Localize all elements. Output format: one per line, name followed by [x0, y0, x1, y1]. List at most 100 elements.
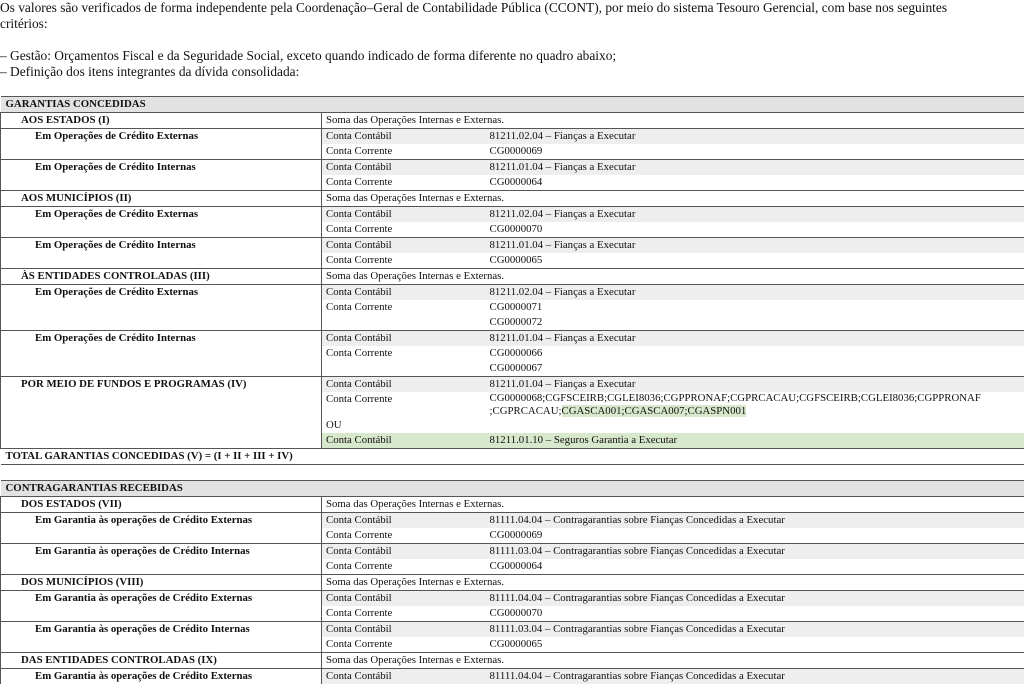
- intro-text: Os valores são verificados de forma inde…: [0, 0, 1024, 80]
- field-label: Conta Contábil: [321, 206, 486, 222]
- field-value: 81111.03.04 – Contragarantias sobre Fian…: [485, 543, 1024, 559]
- row-note: Soma das Operações Internas e Externas.: [321, 652, 1024, 669]
- row-note: Soma das Operações Internas e Externas.: [321, 190, 1024, 207]
- table-row: OU: [0, 418, 1024, 433]
- field-label: Conta Corrente: [326, 347, 393, 359]
- fundos-conta-corrente: CG0000068;CGFSCEIRB;CGLEI8036;CGPPRONAF;…: [486, 392, 1024, 418]
- row-label: Em Operações de Crédito Internas: [0, 159, 322, 175]
- field-label: Conta Contábil: [321, 433, 486, 449]
- row-label: Em Operações de Crédito Internas: [0, 237, 322, 253]
- table-row: Em Operações de Crédito Externas Conta C…: [0, 284, 1024, 300]
- table-row: Em Operações de Crédito Externas Conta C…: [0, 128, 1024, 144]
- field-value: 81211.02.04 – Fianças a Executar: [485, 206, 1024, 222]
- field-label: Conta Contábil: [321, 512, 486, 528]
- table-row: Em Garantia às operações de Crédito Inte…: [0, 543, 1024, 559]
- field-value: 81111.04.04 – Contragarantias sobre Fian…: [485, 512, 1024, 528]
- cc-list-line2: ;CGPRCACAU;: [489, 405, 562, 417]
- table-row: DOS MUNICÍPIOS (VIII) Soma das Operações…: [0, 574, 1024, 591]
- intro-line-1: Os valores são verificados de forma inde…: [0, 0, 948, 15]
- field-value: CG0000072: [489, 316, 543, 328]
- field-label: Conta Contábil: [321, 159, 486, 175]
- row-label: Em Operações de Crédito Externas: [0, 128, 322, 144]
- table-row: Conta Corrente CG0000070: [0, 222, 1024, 238]
- table-row: Em Garantia às operações de Crédito Exte…: [0, 512, 1024, 528]
- field-label: Conta Corrente: [326, 301, 393, 313]
- field-label: Conta Corrente: [326, 393, 393, 405]
- table-row: Conta Corrente CG0000065: [0, 253, 1024, 269]
- field-value: 81211.02.04 – Fianças a Executar: [485, 128, 1024, 144]
- table-row: CG0000067: [0, 361, 1024, 377]
- table-row: Em Operações de Crédito Externas Conta C…: [0, 206, 1024, 222]
- field-value: CG0000065: [489, 254, 543, 266]
- field-value: CG0000067: [489, 362, 543, 374]
- field-value: 81211.01.10 – Seguros Garantia a Executa…: [485, 433, 1024, 449]
- field-label: Conta Corrente: [326, 638, 393, 650]
- row-label: Em Garantia às operações de Crédito Exte…: [0, 668, 322, 684]
- table-row: ÀS ENTIDADES CONTROLADAS (III) Soma das …: [0, 268, 1024, 285]
- table-row: Conta Corrente CG0000065: [0, 637, 1024, 653]
- table-row: Em Garantia às operações de Crédito Exte…: [0, 590, 1024, 606]
- field-label: Conta Corrente: [326, 529, 393, 541]
- row-label: Em Garantia às operações de Crédito Exte…: [0, 590, 322, 606]
- row-label: POR MEIO DE FUNDOS E PROGRAMAS (IV): [0, 376, 322, 392]
- field-label: Conta Contábil: [321, 668, 486, 684]
- field-value: 81211.01.04 – Fianças a Executar: [485, 159, 1024, 175]
- table-row: DOS ESTADOS (VII) Soma das Operações Int…: [0, 496, 1024, 513]
- field-value: CG0000069: [489, 529, 543, 541]
- table-row: Conta Corrente CG0000069: [0, 528, 1024, 544]
- field-value: 81111.04.04 – Contragarantias sobre Fian…: [485, 590, 1024, 606]
- field-label: Conta Contábil: [321, 330, 486, 346]
- row-label: DAS ENTIDADES CONTROLADAS (IX): [0, 652, 322, 669]
- table-row: Conta Corrente CG0000068;CGFSCEIRB;CGLEI…: [0, 392, 1024, 418]
- table-row: Conta Corrente CG0000070: [0, 606, 1024, 622]
- field-label: Conta Contábil: [321, 376, 486, 392]
- field-value: 81211.01.04 – Fianças a Executar: [485, 376, 1024, 392]
- table-row: Conta Corrente CG0000071: [0, 300, 1024, 315]
- row-label: Em Operações de Crédito Externas: [0, 206, 322, 222]
- row-label: DOS ESTADOS (VII): [0, 496, 322, 513]
- table-row: Em Garantia às operações de Crédito Inte…: [0, 621, 1024, 637]
- field-label: Conta Contábil: [321, 543, 486, 559]
- intro-line-2: critérios:: [0, 16, 48, 31]
- row-label: Em Garantia às operações de Crédito Inte…: [0, 621, 322, 637]
- field-value: CG0000066: [489, 347, 543, 359]
- field-label: Conta Corrente: [326, 176, 393, 188]
- row-label: AOS ESTADOS (I): [0, 112, 322, 129]
- table-row: CG0000072: [0, 315, 1024, 331]
- section-title: GARANTIAS CONCEDIDAS: [0, 96, 1024, 113]
- field-label: Conta Contábil: [321, 237, 486, 253]
- table-row: Conta Corrente CG0000064: [0, 559, 1024, 575]
- row-label: ÀS ENTIDADES CONTROLADAS (III): [0, 268, 322, 285]
- table-row: Conta Corrente CG0000069: [0, 144, 1024, 160]
- row-note: Soma das Operações Internas e Externas.: [321, 112, 1024, 129]
- field-value: CG0000070: [489, 223, 543, 235]
- row-label: Em Garantia às operações de Crédito Exte…: [0, 512, 322, 528]
- field-value: 81211.01.04 – Fianças a Executar: [485, 330, 1024, 346]
- row-note: Soma das Operações Internas e Externas.: [321, 268, 1024, 285]
- field-value: 81111.03.04 – Contragarantias sobre Fian…: [485, 621, 1024, 637]
- section-title: CONTRAGARANTIAS RECEBIDAS: [0, 480, 1024, 497]
- field-value: CG0000064: [489, 176, 543, 188]
- total-row: TOTAL GARANTIAS CONCEDIDAS (V) = (I + II…: [0, 448, 1024, 465]
- cc-list-line1: CG0000068;CGFSCEIRB;CGLEI8036;CGPPRONAF;…: [489, 392, 981, 404]
- table-row: Conta Contábil 81211.01.10 – Seguros Gar…: [0, 433, 1024, 449]
- row-note: Soma das Operações Internas e Externas.: [321, 496, 1024, 513]
- intro-line-3: – Gestão: Orçamentos Fiscal e da Segurid…: [0, 48, 617, 63]
- table-row: DAS ENTIDADES CONTROLADAS (IX) Soma das …: [0, 652, 1024, 669]
- field-label: Conta Corrente: [326, 145, 393, 157]
- intro-line-4: – Definição dos itens integrantes da dív…: [0, 64, 300, 79]
- row-label: DOS MUNICÍPIOS (VIII): [0, 574, 322, 591]
- field-label: Conta Contábil: [321, 284, 486, 300]
- row-label: Em Garantia às operações de Crédito Inte…: [0, 543, 322, 559]
- section-header-contragarantias: CONTRAGARANTIAS RECEBIDAS: [0, 480, 1024, 497]
- row-label: AOS MUNICÍPIOS (II): [0, 190, 322, 207]
- field-value: 81111.04.04 – Contragarantias sobre Fian…: [485, 668, 1024, 684]
- table-row: Conta Corrente CG0000064: [0, 175, 1024, 191]
- field-value: CG0000064: [489, 560, 543, 572]
- table-row: Em Operações de Crédito Internas Conta C…: [0, 330, 1024, 346]
- table-row: AOS MUNICÍPIOS (II) Soma das Operações I…: [0, 190, 1024, 207]
- field-value: 81211.01.04 – Fianças a Executar: [485, 237, 1024, 253]
- field-label: Conta Corrente: [326, 254, 393, 266]
- table-row: Em Operações de Crédito Internas Conta C…: [0, 159, 1024, 175]
- field-label: Conta Contábil: [321, 128, 486, 144]
